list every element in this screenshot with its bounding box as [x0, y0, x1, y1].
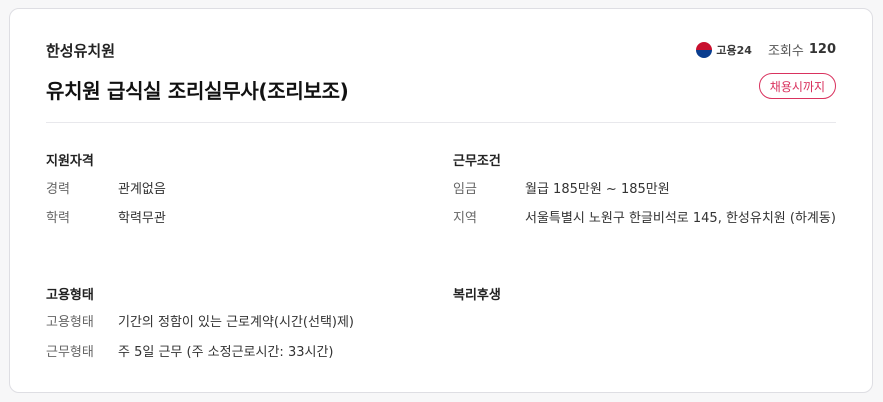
- employment-section-title: 고용형태: [46, 288, 94, 303]
- row-value: 학력무관: [118, 211, 166, 226]
- row-key: 경력: [46, 182, 70, 197]
- qualification-row-career: 경력 관계없음: [46, 179, 166, 201]
- views-label: 조회수: [767, 44, 804, 59]
- row-value: 서울특별시 노원구 한글비석로 145, 한성유치원 (하계동): [525, 211, 836, 226]
- job-title: 유치원 급식실 조리실무사(조리보조): [46, 79, 349, 103]
- employment-row-schedule: 근무형태 주 5일 근무 (주 소정근로시간: 33시간): [46, 342, 333, 364]
- welfare-section-title: 복리후생: [453, 288, 501, 303]
- row-key: 임금: [453, 182, 477, 197]
- row-value: 월급 185만원 ~ 185만원: [525, 182, 670, 197]
- qualification-section-title: 지원자격: [46, 154, 94, 169]
- employment-row-type: 고용형태 기간의 정함이 있는 근로계약(시간(선택)제): [46, 312, 354, 334]
- row-key: 학력: [46, 211, 70, 226]
- taegeuk-icon: [696, 41, 713, 58]
- deadline-badge: 채용시까지: [758, 73, 836, 99]
- job-posting-card: 한성유치원 유치원 급식실 조리실무사(조리보조) 고용24 조회수 120 채…: [9, 8, 873, 393]
- conditions-row-region: 지역 서울특별시 노원구 한글비석로 145, 한성유치원 (하계동): [453, 208, 838, 230]
- row-key: 지역: [453, 211, 477, 226]
- divider: [46, 122, 836, 123]
- row-value: 주 5일 근무 (주 소정근로시간: 33시간): [118, 345, 334, 360]
- posting-meta: 고용24 조회수 120: [696, 40, 836, 59]
- qualification-row-education: 학력 학력무관: [46, 208, 166, 230]
- conditions-row-wage: 임금 월급 185만원 ~ 185만원: [453, 179, 670, 201]
- row-value: 관계없음: [118, 182, 166, 197]
- row-key: 근무형태: [46, 345, 94, 360]
- row-key: 고용형태: [46, 315, 94, 330]
- company-name[interactable]: 한성유치원: [46, 40, 115, 61]
- goyong24-logo: 고용24: [696, 41, 752, 58]
- logo-text: 고용24: [716, 43, 752, 57]
- row-value: 기간의 정함이 있는 근로계약(시간(선택)제): [118, 315, 355, 330]
- views-count: 120: [808, 42, 836, 57]
- conditions-section-title: 근무조건: [453, 154, 501, 169]
